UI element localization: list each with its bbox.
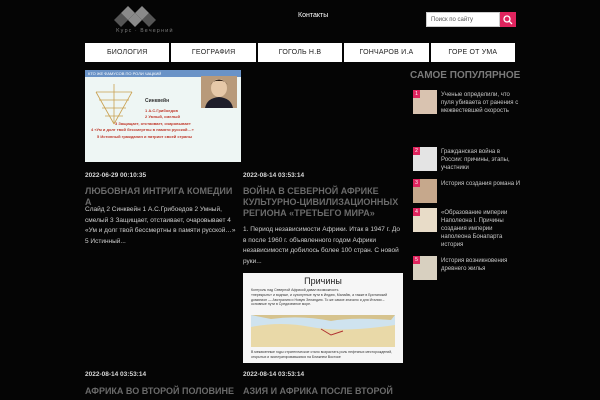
sidebar-item-text: Ученые определили, что пуля убиваета от … [441,92,519,114]
nav-item-goncharov[interactable]: ГОНЧАРОВ И.А [344,43,429,62]
search-input[interactable]: Поиск по сайту [426,12,500,27]
post-image-2[interactable]: Причины Контроль над Северной Африкой да… [243,273,403,363]
post-title[interactable]: АЗИЯ И АФРИКА ПОСЛЕ ВТОРОЙ [243,386,403,397]
sidebar-item-text: История возникновения древнего жилья [441,258,508,272]
search-button[interactable] [500,12,516,27]
post-date: 2022-08-14 03:53:14 [85,371,147,378]
post-title[interactable]: ВОЙНА В СЕВЕРНОЙ АФРИКЕ КУЛЬТУРНО-ЦИВИЛИ… [243,186,403,219]
sidebar-item-text: Гражданская война в России: причины, эта… [441,149,510,171]
slide-text: В межвоенные годы стратегическое стало в… [251,350,393,359]
post-title[interactable]: АФРИКА ВО ВТОРОЙ ПОЛОВИНЕ [85,386,240,397]
sidebar-item[interactable]: 2 Гражданская война в России: причины, э… [413,147,523,175]
sidebar-item[interactable]: 4 «Образование империи Наполеона I. Прич… [413,208,523,248]
slide-word: Синквейн [145,98,170,104]
search-icon [503,15,513,25]
slide-title: Причины [304,276,342,286]
nav-item-gore-ot-uma[interactable]: ГОРЕ ОТ УМА [430,43,516,62]
slide-text: Контроль над Северной Африкой давал возм… [251,288,339,292]
slide-lines: 1 А.С.Грибоедов 2 Умный, смелый 3 Защища… [91,108,237,140]
sidebar-rank: 4 [413,208,420,216]
sidebar-title: САМОЕ ПОПУЛЯРНОЕ [410,70,521,81]
sidebar-item-text: «Образование империи Наполеона I. Причин… [441,210,508,248]
post-excerpt: Слайд 2 Синквейн 1 А.С.Грибоедов 2 Умный… [85,206,236,245]
main-nav: БИОЛОГИЯ ГЕОГРАФИЯ ГОГОЛЬ Н.В ГОНЧАРОВ И… [85,43,516,62]
sidebar-rank: 5 [413,256,420,264]
sidebar-item[interactable]: 1 Ученые определили, что пуля убиваета о… [413,90,523,128]
post-excerpt: 1. Период независимости Африки. Итак в 1… [243,226,400,265]
slide-text: «перекрыть» и водные, и сухопутные пути … [251,293,388,306]
sidebar-item[interactable]: 5 История возникновения древнего жилья [413,256,523,280]
post-date: 2022-06-29 00:10:35 [85,172,147,179]
sidebar-item[interactable]: 3 История создания романа И [413,179,523,203]
portrait-image [201,76,237,108]
post-date: 2022-08-14 03:53:14 [243,371,305,378]
sidebar-item-text: История создания романа И [441,181,521,187]
sidebar-rank: 1 [413,90,420,98]
nav-item-geography[interactable]: ГЕОГРАФИЯ [171,43,256,62]
map-illustration [251,315,395,347]
sidebar-rank: 3 [413,179,420,187]
slide-line: 5 Истинный гражданин и патриот своей стр… [97,133,193,139]
nav-item-gogol[interactable]: ГОГОЛЬ Н.В [257,43,343,62]
post-image-1[interactable]: КТО ЖЕ ФАМУСОВ ПО РОЛИ ЧАЦКИЙ Синквейн 1… [85,70,241,162]
nav-item-biology[interactable]: БИОЛОГИЯ [85,43,170,62]
logo-text: Курс · Вечерний [116,28,174,34]
contacts-link[interactable]: Контакты [298,12,328,19]
sidebar-rank: 2 [413,147,420,155]
site-header: Курс · Вечерний Контакты Поиск по сайту [0,0,600,38]
post-date: 2022-08-14 03:53:14 [243,172,305,179]
